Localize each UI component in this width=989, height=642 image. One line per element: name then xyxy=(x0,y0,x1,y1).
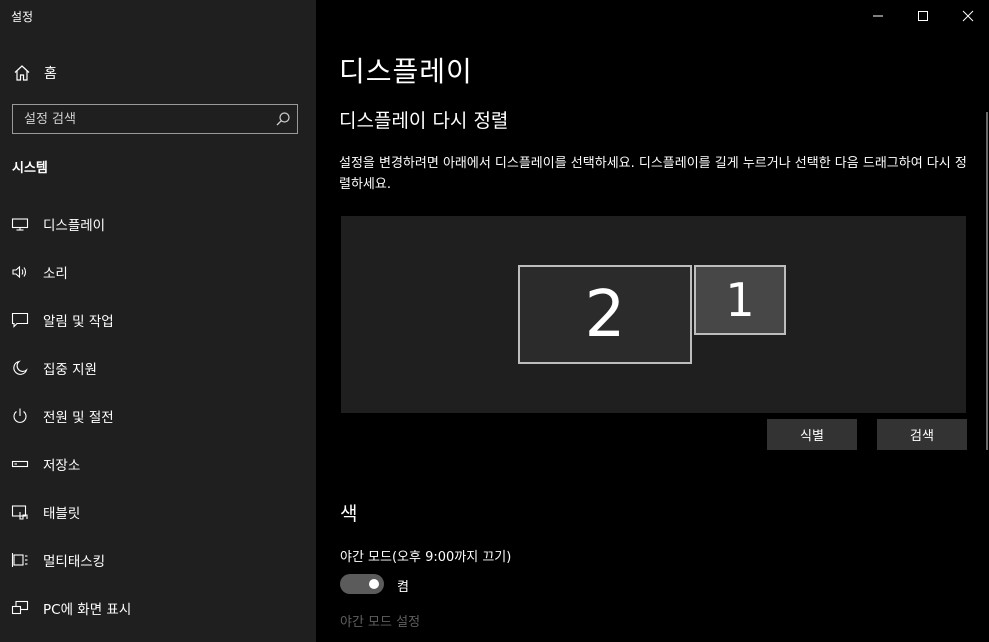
sidebar-item-power[interactable]: 전원 및 절전 xyxy=(0,392,316,440)
power-icon xyxy=(11,407,29,425)
sidebar-item-label: 전원 및 절전 xyxy=(43,410,114,426)
close-button[interactable] xyxy=(945,0,989,32)
sidebar-item-sound[interactable]: 소리 xyxy=(0,248,316,296)
night-light-state: 켬 xyxy=(397,580,409,595)
app-title: 설정 xyxy=(11,10,34,24)
sidebar-item-focus-assist[interactable]: 집중 지원 xyxy=(0,344,316,392)
identify-button[interactable]: 식별 xyxy=(767,419,857,450)
sidebar-item-label: 디스플레이 xyxy=(43,218,106,234)
sidebar-item-label: PC에 화면 표시 xyxy=(43,602,132,618)
display-icon xyxy=(11,215,29,233)
maximize-icon xyxy=(917,7,929,26)
minimize-icon xyxy=(872,7,884,26)
multitasking-icon xyxy=(11,551,29,569)
moon-icon xyxy=(11,359,29,377)
settings-window: 설정 홈 시스템 xyxy=(0,0,989,642)
sidebar-item-storage[interactable]: 저장소 xyxy=(0,440,316,488)
monitor-2[interactable]: 2 xyxy=(518,265,692,364)
sidebar-item-notifications[interactable]: 알림 및 작업 xyxy=(0,296,316,344)
night-light-label: 야간 모드(오후 9:00까지 끄기) xyxy=(340,550,512,565)
speaker-icon xyxy=(11,263,29,281)
home-label: 홈 xyxy=(44,66,57,82)
search-icon[interactable] xyxy=(275,111,291,127)
search-box[interactable] xyxy=(12,104,298,134)
toggle-knob xyxy=(369,579,379,589)
sidebar-item-display[interactable]: 디스플레이 xyxy=(0,200,316,248)
minimize-button[interactable] xyxy=(855,0,901,32)
rearrange-description: 설정을 변경하려면 아래에서 디스플레이를 선택하세요. 디스플레이를 길게 누… xyxy=(339,156,967,192)
section-title-rearrange: 디스플레이 다시 정렬 xyxy=(339,110,509,132)
sidebar-item-multitasking[interactable]: 멀티태스킹 xyxy=(0,536,316,584)
sidebar-item-label: 태블릿 xyxy=(43,506,81,522)
close-icon xyxy=(962,7,974,26)
sidebar-item-label: 저장소 xyxy=(43,458,81,474)
main-content: 디스플레이 디스플레이 다시 정렬 설정을 변경하려면 아래에서 디스플레이를 … xyxy=(316,0,989,642)
search-input[interactable] xyxy=(13,104,275,134)
night-light-toggle[interactable] xyxy=(340,574,384,594)
tablet-icon xyxy=(11,503,29,521)
section-label-system: 시스템 xyxy=(12,161,48,176)
project-icon xyxy=(11,599,29,617)
detect-button[interactable]: 검색 xyxy=(877,419,967,450)
monitor-1[interactable]: 1 xyxy=(694,265,786,335)
page-title: 디스플레이 xyxy=(339,55,473,88)
sidebar-item-project[interactable]: PC에 화면 표시 xyxy=(0,584,316,632)
display-arrangement-area: 2 1 xyxy=(341,216,966,413)
sidebar-item-label: 소리 xyxy=(43,266,68,282)
storage-icon xyxy=(11,455,29,473)
sidebar: 설정 홈 시스템 xyxy=(0,0,316,642)
home-icon xyxy=(13,64,31,82)
notification-icon xyxy=(11,311,29,329)
color-heading: 색 xyxy=(340,503,358,525)
sidebar-item-tablet[interactable]: 태블릿 xyxy=(0,488,316,536)
sidebar-item-label: 집중 지원 xyxy=(43,362,97,378)
sidebar-item-label: 알림 및 작업 xyxy=(43,314,114,330)
sidebar-item-label: 멀티태스킹 xyxy=(43,554,106,570)
sidebar-item-home[interactable]: 홈 xyxy=(0,56,316,90)
maximize-button[interactable] xyxy=(900,0,946,32)
scrollbar[interactable] xyxy=(986,112,988,450)
sidebar-nav: 디스플레이 소리 알림 및 작업 집중 지원 전원 및 절전 저장소 태블릿 멀… xyxy=(0,200,316,632)
night-light-settings-link[interactable]: 야간 모드 설정 xyxy=(340,611,420,630)
